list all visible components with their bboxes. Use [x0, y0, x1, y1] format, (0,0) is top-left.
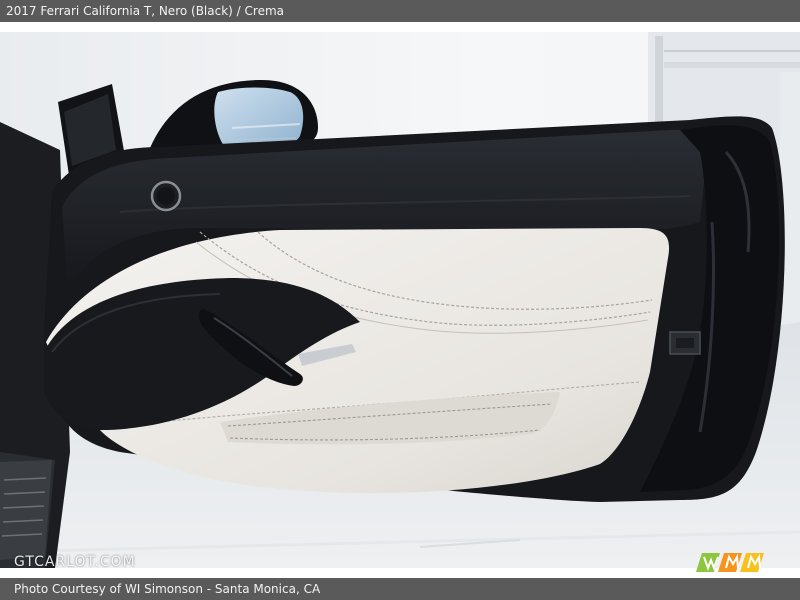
photo-credit: Photo Courtesy of WI Simonson - Santa Mo… [14, 582, 321, 596]
door-latch-icon [669, 331, 701, 355]
vehicle-photo [0, 32, 800, 568]
door-panel [44, 116, 785, 502]
door-sill-plate [0, 460, 52, 560]
photo-credit-bar: Photo Courtesy of WI Simonson - Santa Mo… [0, 578, 800, 600]
dealer-badge-icon [696, 553, 774, 572]
photo-title: 2017 Ferrari California T, Nero (Black) … [6, 4, 284, 18]
speaker-grille-icon [150, 180, 182, 212]
photo-title-bar: 2017 Ferrari California T, Nero (Black) … [0, 0, 800, 22]
site-watermark: GTCARLOT.COM [14, 554, 136, 570]
